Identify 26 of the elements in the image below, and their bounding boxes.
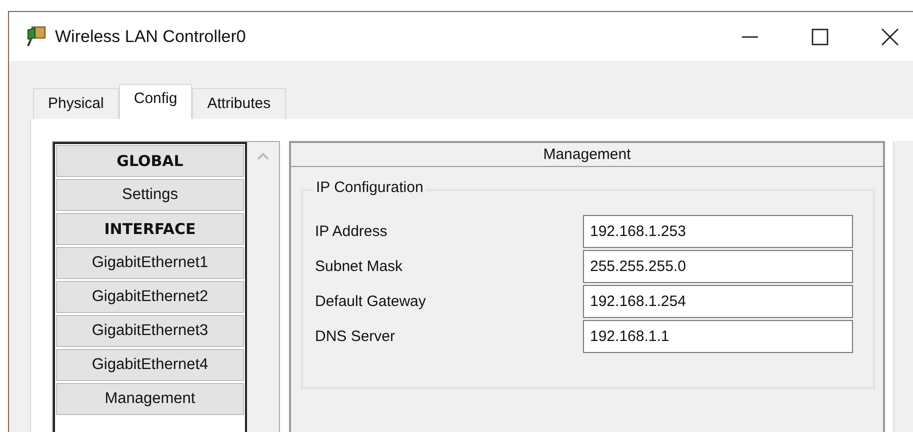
panel-title: Management <box>291 143 883 167</box>
section-header[interactable]: GLOBAL <box>56 145 244 177</box>
scrollbar[interactable] <box>247 142 279 432</box>
tab[interactable]: Config <box>118 84 192 119</box>
sidebar-item[interactable]: Management <box>56 383 244 415</box>
input-field[interactable]: 255.255.255.0 <box>583 250 853 283</box>
sidebar-item[interactable]: Settings <box>56 179 244 211</box>
maximize-icon[interactable] <box>810 26 830 46</box>
sidebar-item[interactable]: GigabitEthernet2 <box>56 281 244 313</box>
field-label: Subnet Mask <box>315 258 404 275</box>
close-icon[interactable] <box>880 26 900 46</box>
controller-icon <box>25 24 47 48</box>
input-field[interactable]: 192.168.1.1 <box>583 320 853 353</box>
input-field[interactable]: 192.168.1.253 <box>583 215 853 248</box>
field-label: IP Address <box>315 223 388 240</box>
sidebar-item[interactable]: GigabitEthernet4 <box>56 349 244 381</box>
sidebar-item[interactable]: GigabitEthernet1 <box>56 247 244 279</box>
sidebar-item[interactable]: GigabitEthernet3 <box>56 315 244 347</box>
tab[interactable]: Attributes <box>192 88 286 119</box>
tab[interactable]: Physical <box>33 88 119 119</box>
input-field[interactable]: 192.168.1.254 <box>583 285 853 318</box>
field-label: Default Gateway <box>315 293 427 310</box>
group-title: IP Configuration <box>313 179 426 196</box>
field-label: DNS Server <box>315 328 396 345</box>
window-title: Wireless LAN Controller0 <box>55 26 246 46</box>
section-header[interactable]: INTERFACE <box>56 213 244 245</box>
